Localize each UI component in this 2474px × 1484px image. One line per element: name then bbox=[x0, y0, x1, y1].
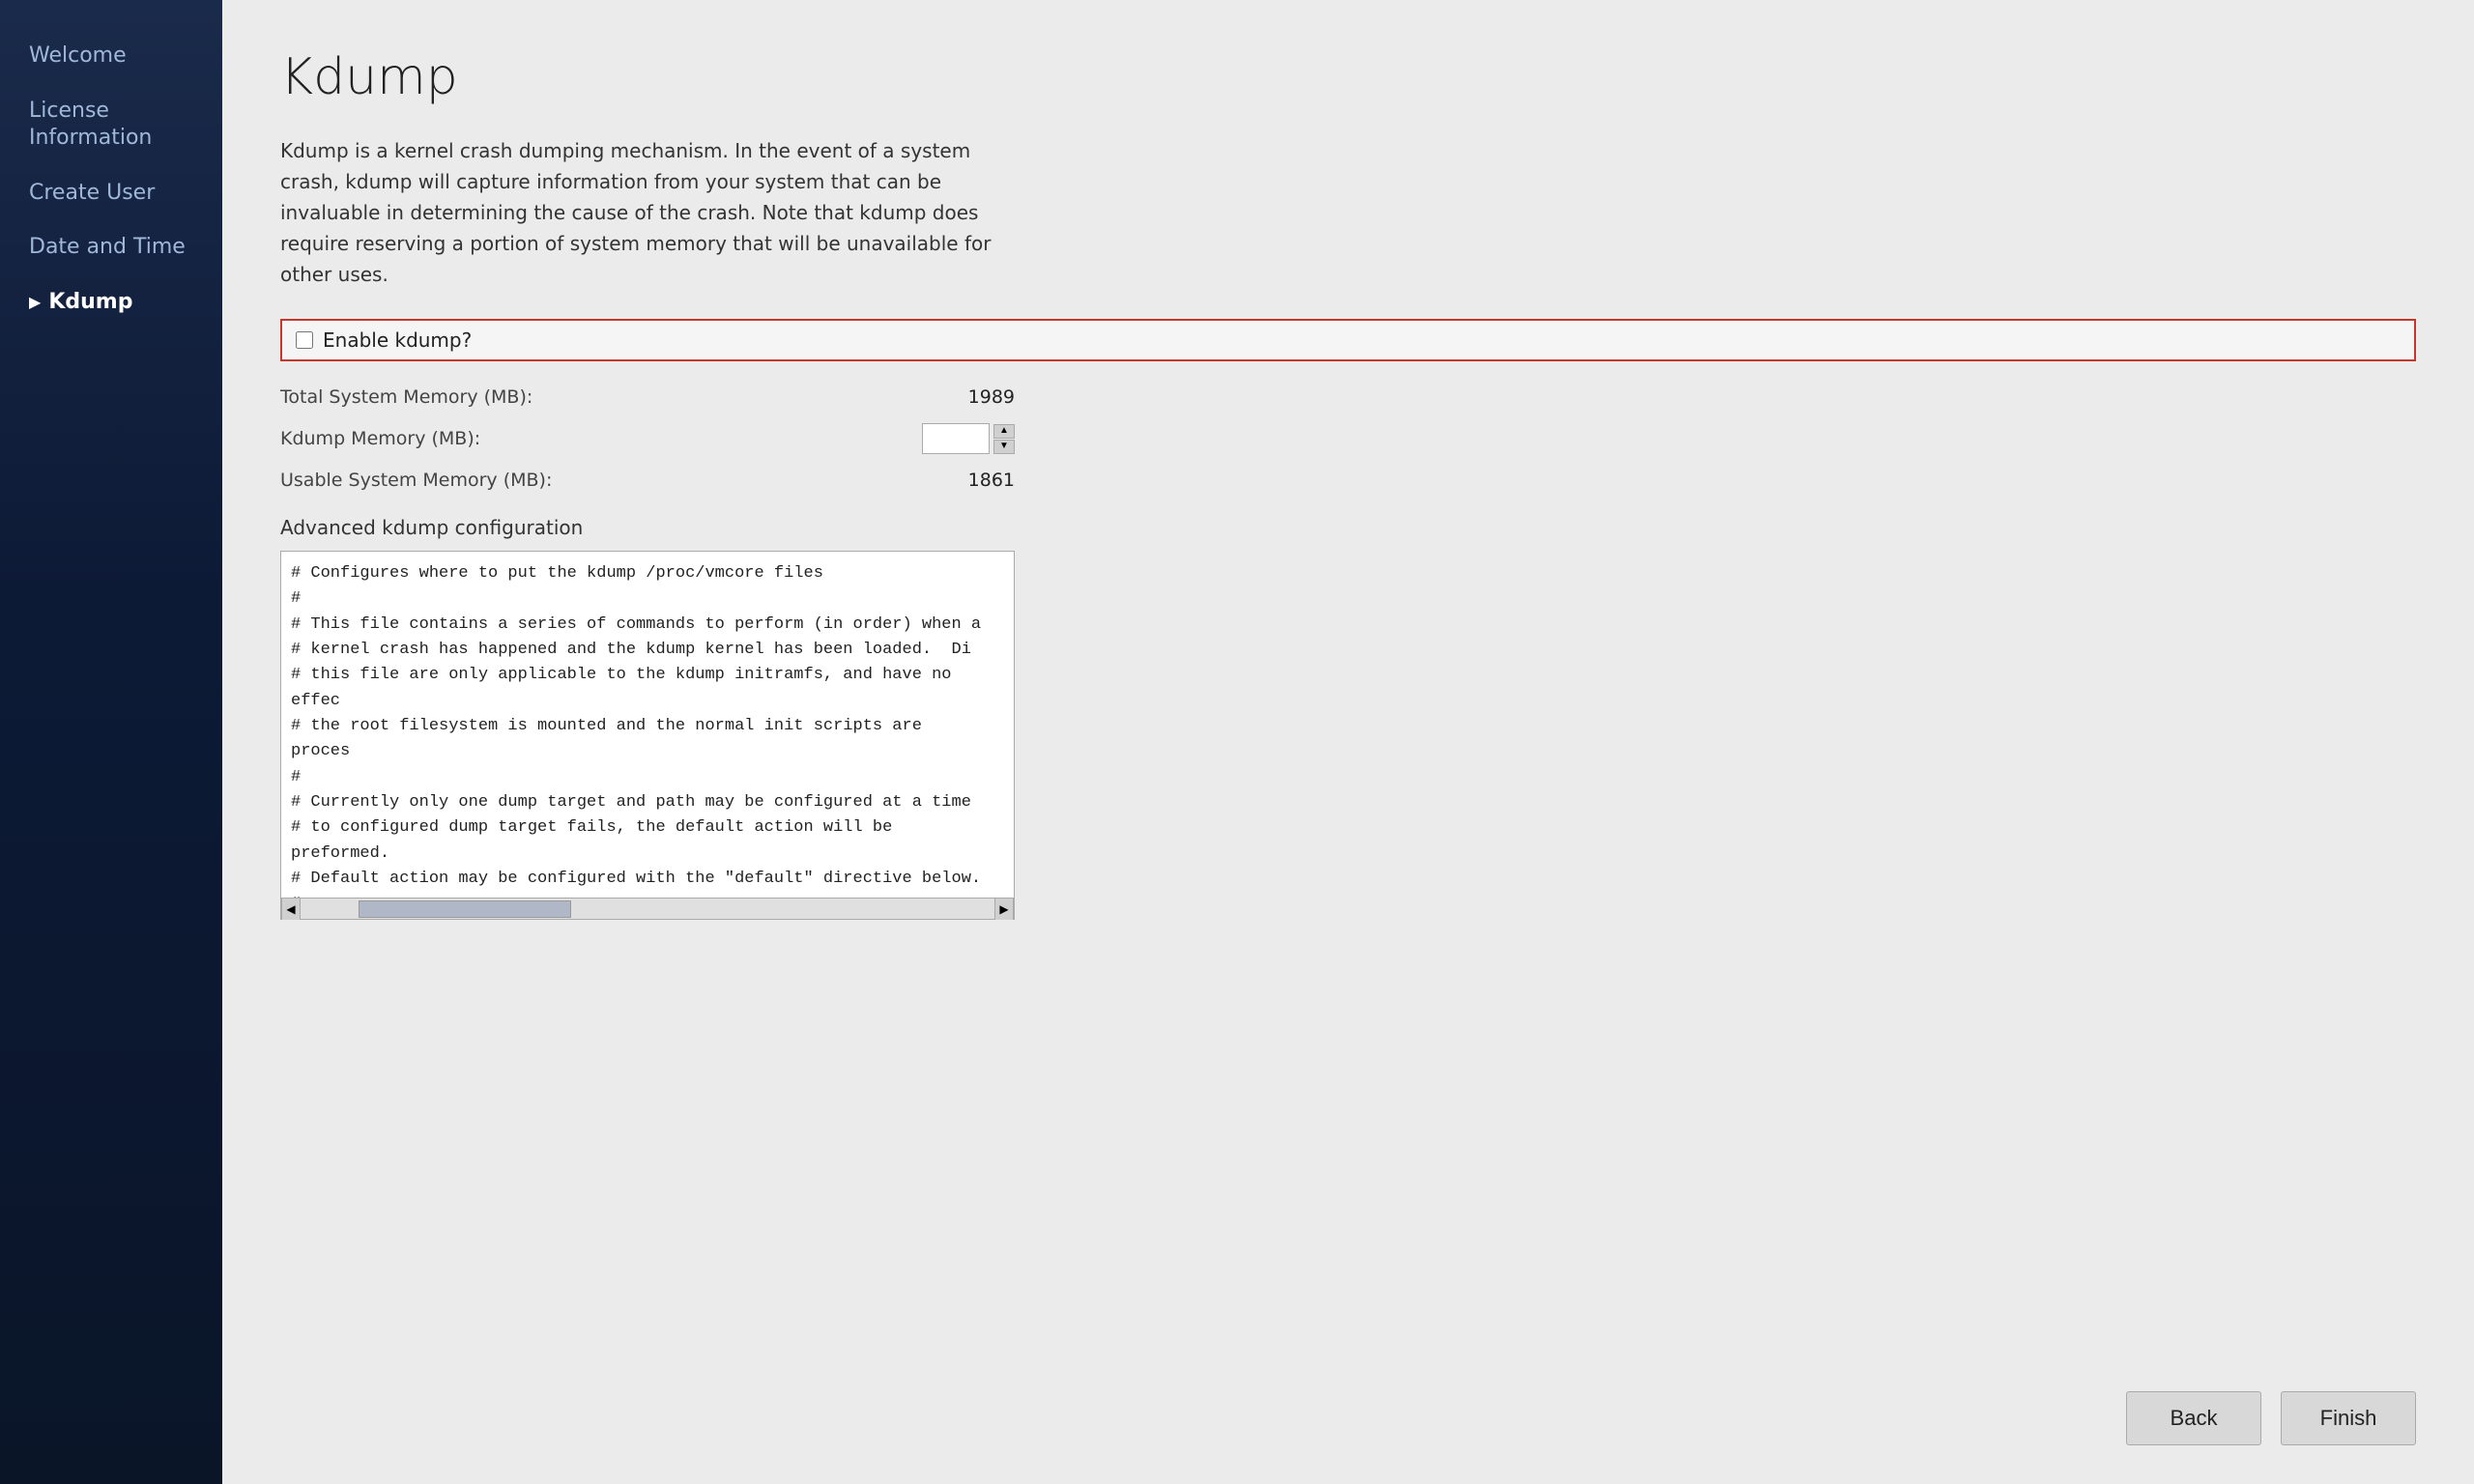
hscroll-thumb[interactable] bbox=[359, 900, 571, 918]
page-title: Kdump bbox=[280, 48, 2416, 106]
sidebar-item-welcome[interactable]: Welcome bbox=[0, 29, 222, 84]
main-content: Kdump Kdump is a kernel crash dumping me… bbox=[222, 0, 2474, 1484]
sidebar-item-date-time[interactable]: Date and Time bbox=[0, 220, 222, 275]
sidebar-item-label: License Information bbox=[29, 98, 203, 153]
hscroll-track[interactable] bbox=[301, 899, 1014, 919]
sidebar-item-label: Date and Time bbox=[29, 234, 186, 262]
spinner-buttons: ▲ ▼ bbox=[993, 424, 1015, 454]
enable-kdump-checkbox[interactable] bbox=[296, 331, 313, 349]
description-text: Kdump is a kernel crash dumping mechanis… bbox=[280, 135, 1015, 290]
horizontal-scrollbar[interactable]: ◀ ▶ bbox=[280, 899, 1015, 920]
usable-memory-label: Usable System Memory (MB): bbox=[280, 470, 937, 491]
sidebar-item-label: Welcome bbox=[29, 43, 127, 71]
active-arrow-icon: ▶ bbox=[29, 293, 41, 313]
config-textarea-container bbox=[280, 551, 1015, 899]
sidebar-item-label: Kdump bbox=[48, 289, 132, 317]
enable-kdump-container[interactable]: Enable kdump? bbox=[280, 319, 2416, 361]
sidebar-item-create-user[interactable]: Create User bbox=[0, 166, 222, 221]
hscroll-left-arrow[interactable]: ◀ bbox=[281, 899, 301, 920]
usable-memory-value: 1861 bbox=[937, 470, 1015, 491]
kdump-memory-label: Kdump Memory (MB): bbox=[280, 428, 922, 449]
bottom-bar: Back Finish bbox=[2126, 1391, 2416, 1445]
kdump-memory-row: Kdump Memory (MB): 128 ▲ ▼ bbox=[280, 423, 1015, 454]
hscroll-right-arrow[interactable]: ▶ bbox=[994, 899, 1014, 920]
total-memory-label: Total System Memory (MB): bbox=[280, 386, 937, 408]
sidebar-item-kdump[interactable]: ▶ Kdump bbox=[0, 275, 222, 330]
spinner-up-button[interactable]: ▲ bbox=[993, 424, 1015, 439]
total-memory-value: 1989 bbox=[937, 386, 1015, 408]
sidebar-item-license[interactable]: License Information bbox=[0, 84, 222, 166]
advanced-config-label: Advanced kdump configuration bbox=[280, 516, 2416, 539]
enable-kdump-label[interactable]: Enable kdump? bbox=[323, 328, 472, 352]
spinner-down-button[interactable]: ▼ bbox=[993, 440, 1015, 454]
total-memory-row: Total System Memory (MB): 1989 bbox=[280, 386, 1015, 408]
usable-memory-row: Usable System Memory (MB): 1861 bbox=[280, 470, 1015, 491]
sidebar-item-label: Create User bbox=[29, 180, 155, 208]
finish-button[interactable]: Finish bbox=[2281, 1391, 2416, 1445]
sidebar: Welcome License Information Create User Dat… bbox=[0, 0, 222, 1484]
back-button[interactable]: Back bbox=[2126, 1391, 2261, 1445]
config-textarea[interactable] bbox=[281, 552, 1014, 898]
kdump-memory-spinner[interactable]: 128 ▲ ▼ bbox=[922, 423, 1015, 454]
kdump-memory-input[interactable]: 128 bbox=[922, 423, 990, 454]
